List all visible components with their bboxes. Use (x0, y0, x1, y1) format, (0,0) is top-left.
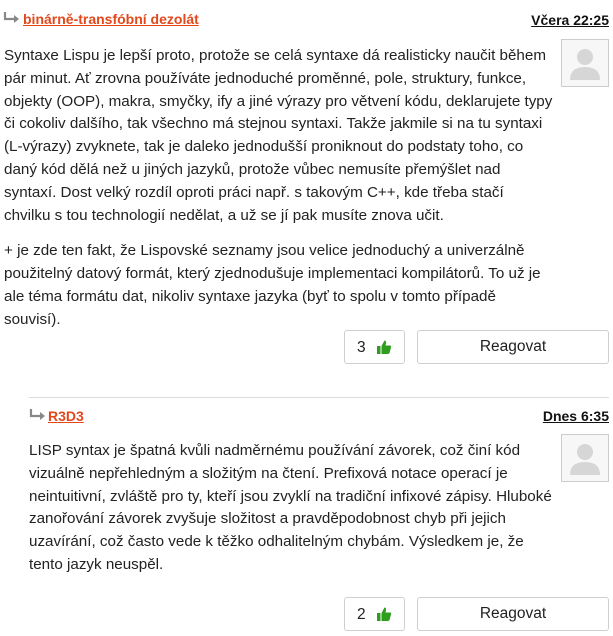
thumbs-up-icon (377, 607, 392, 621)
comment-body: LISP syntax je špatná kvůli nadměrnému p… (29, 440, 559, 577)
reply-button[interactable]: Reagovat (417, 597, 609, 631)
reply-arrow-icon (3, 12, 19, 23)
comment-author-link[interactable]: R3D3 (48, 408, 84, 424)
comment-author-link[interactable]: binárně-transfóbní dezolát (23, 11, 199, 27)
reply-arrow-icon (29, 409, 45, 420)
default-avatar-icon (561, 39, 609, 87)
comment-date-link[interactable]: Dnes 6:35 (543, 408, 609, 424)
comment-body: Syntaxe Lispu je lepší proto, protože se… (4, 45, 554, 332)
comment-divider (29, 397, 609, 398)
comment-paragraph: + je zde ten fakt, že Lispovské seznamy … (4, 242, 541, 328)
thumbs-up-icon (377, 340, 392, 354)
reply-button[interactable]: Reagovat (417, 330, 609, 364)
comment-paragraph: Syntaxe Lispu je lepší proto, protože se… (4, 47, 553, 224)
comment-paragraph: LISP syntax je špatná kvůli nadměrnému p… (29, 442, 552, 573)
like-count: 3 (357, 339, 366, 356)
default-avatar-icon (561, 434, 609, 482)
like-button[interactable]: 2 (344, 597, 405, 631)
like-count: 2 (357, 606, 366, 623)
comment-date-link[interactable]: Včera 22:25 (531, 12, 609, 28)
like-button[interactable]: 3 (344, 330, 405, 364)
